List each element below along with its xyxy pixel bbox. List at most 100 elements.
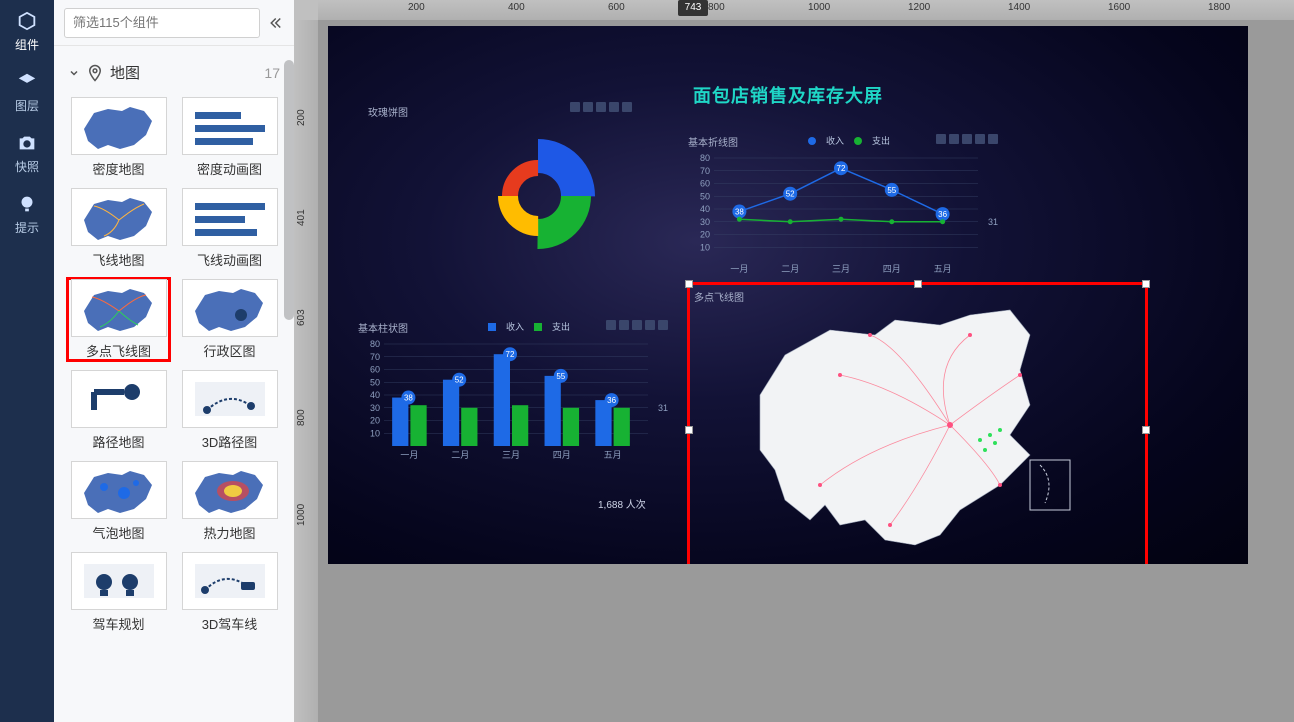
tb-icon[interactable] — [609, 102, 619, 112]
svg-text:一月: 一月 — [400, 450, 418, 460]
tb-icon[interactable] — [975, 134, 985, 144]
tb-icon[interactable] — [583, 102, 593, 112]
widget-toolbar[interactable] — [606, 320, 668, 330]
component-thumb — [71, 279, 167, 337]
resize-handle[interactable] — [1142, 280, 1150, 288]
svg-text:50: 50 — [700, 191, 710, 201]
tb-icon[interactable] — [949, 134, 959, 144]
ruler-tick: 1000 — [296, 504, 307, 526]
tb-icon[interactable] — [570, 102, 580, 112]
component-drive[interactable]: 驾车规划 — [68, 552, 169, 633]
lightbulb-icon — [16, 193, 38, 215]
component-thumb — [182, 188, 278, 246]
component-multi-flyline[interactable]: 多点飞线图 — [68, 279, 169, 360]
category-map-header[interactable]: 地图 17 — [54, 54, 294, 91]
collapse-panel-icon[interactable] — [266, 14, 284, 32]
ruler-tick: 1800 — [1208, 2, 1230, 13]
tb-icon[interactable] — [632, 320, 642, 330]
line-legend: 收入 支出 — [808, 134, 890, 147]
ruler-horizontal[interactable]: 743 20040060080010001200140016001800 — [318, 0, 1294, 20]
svg-text:38: 38 — [735, 208, 744, 217]
svg-text:一月: 一月 — [730, 264, 748, 274]
svg-text:30: 30 — [700, 217, 710, 227]
svg-text:四月: 四月 — [553, 450, 571, 460]
tb-icon[interactable] — [962, 134, 972, 144]
resize-handle[interactable] — [1142, 426, 1150, 434]
resize-handle[interactable] — [914, 280, 922, 288]
line-label: 基本折线图 — [688, 134, 738, 149]
svg-text:55: 55 — [556, 372, 565, 381]
sidebar-snapshot[interactable]: 快照 — [5, 132, 49, 175]
svg-text:10: 10 — [370, 428, 380, 438]
component-label: 密度动画图 — [197, 159, 262, 178]
layers-icon — [16, 71, 38, 93]
ruler-tick: 800 — [708, 2, 725, 13]
component-label: 热力地图 — [203, 523, 255, 542]
component-flyline-anim[interactable]: 飞线动画图 — [179, 188, 280, 269]
component-density[interactable]: 密度地图 — [68, 97, 169, 178]
svg-text:52: 52 — [786, 190, 795, 199]
svg-text:五月: 五月 — [934, 264, 952, 274]
widget-multi-flyline-map[interactable]: 多点飞线图 — [690, 285, 1145, 564]
svg-text:20: 20 — [370, 416, 380, 426]
component-label: 行政区图 — [203, 341, 255, 360]
component-thumb — [182, 461, 278, 519]
tb-icon[interactable] — [988, 134, 998, 144]
svg-text:70: 70 — [370, 352, 380, 362]
sidebar-hints[interactable]: 提示 — [5, 193, 49, 236]
camera-icon — [16, 132, 38, 154]
component-filter-input[interactable] — [64, 8, 260, 38]
category-count: 17 — [264, 65, 280, 81]
tb-icon[interactable] — [619, 320, 629, 330]
component-admin[interactable]: 行政区图 — [179, 279, 280, 360]
resize-handle[interactable] — [685, 426, 693, 434]
component-flyline[interactable]: 飞线地图 — [68, 188, 169, 269]
cube-icon — [16, 10, 38, 32]
component-label: 飞线动画图 — [197, 250, 262, 269]
component-heat[interactable]: 热力地图 — [179, 461, 280, 542]
dashboard-canvas[interactable]: 面包店销售及库存大屏 玫瑰饼图 基本折线图 收入 支出 1 — [328, 26, 1248, 564]
ruler-tick: 600 — [608, 2, 625, 13]
tb-icon[interactable] — [596, 102, 606, 112]
ruler-tick: 200 — [296, 109, 307, 126]
legend-item: 支出 — [872, 134, 890, 147]
sidebar-label: 快照 — [15, 158, 39, 175]
stat-value: 1,688 人次 — [598, 496, 646, 511]
component-list: 地图 17 密度地图密度动画图飞线地图飞线动画图多点飞线图行政区图路径地图 3D路… — [54, 46, 294, 722]
tb-icon[interactable] — [622, 102, 632, 112]
tb-icon[interactable] — [658, 320, 668, 330]
component-label: 驾车规划 — [92, 614, 144, 633]
component-thumb — [182, 279, 278, 337]
component-density-anim[interactable]: 密度动画图 — [179, 97, 280, 178]
component-bubble[interactable]: 气泡地图 — [68, 461, 169, 542]
svg-text:40: 40 — [370, 390, 380, 400]
component-route[interactable]: 路径地图 — [68, 370, 169, 451]
widget-toolbar[interactable] — [936, 134, 998, 144]
tb-icon[interactable] — [645, 320, 655, 330]
widget-line-chart[interactable]: 基本折线图 收入 支出 1020304050607080一月二月三月四月五月31… — [688, 134, 998, 279]
tb-icon[interactable] — [606, 320, 616, 330]
china-map-svg — [690, 285, 1145, 564]
canvas-area: 743 20040060080010001200140016001800 200… — [294, 0, 1294, 722]
svg-text:20: 20 — [700, 230, 710, 240]
ruler-tick: 200 — [408, 2, 425, 13]
svg-text:31.2: 31.2 — [658, 403, 668, 413]
widget-toolbar[interactable] — [570, 102, 632, 112]
widget-pie[interactable]: 玫瑰饼图 — [358, 96, 638, 306]
pie-label: 玫瑰饼图 — [368, 104, 408, 119]
component-drive3d[interactable]: 3D驾车线 — [179, 552, 280, 633]
svg-text:38: 38 — [404, 394, 413, 403]
component-route3d[interactable]: 3D路径图 — [179, 370, 280, 451]
tb-icon[interactable] — [936, 134, 946, 144]
chevron-down-icon — [68, 67, 80, 79]
sidebar-layers[interactable]: 图层 — [5, 71, 49, 114]
ruler-vertical[interactable]: 2004016038001000 — [294, 20, 318, 722]
sidebar-components[interactable]: 组件 — [5, 10, 49, 53]
resize-handle[interactable] — [685, 280, 693, 288]
map-label: 多点飞线图 — [694, 289, 744, 304]
svg-text:二月: 二月 — [781, 264, 799, 274]
widget-bar-chart[interactable]: 基本柱状图 收入 支出 1020304050607080一月二月三月四月五月31… — [358, 320, 668, 465]
panel-scrollbar[interactable] — [284, 0, 294, 722]
component-label: 3D路径图 — [202, 432, 258, 451]
svg-text:40: 40 — [700, 204, 710, 214]
